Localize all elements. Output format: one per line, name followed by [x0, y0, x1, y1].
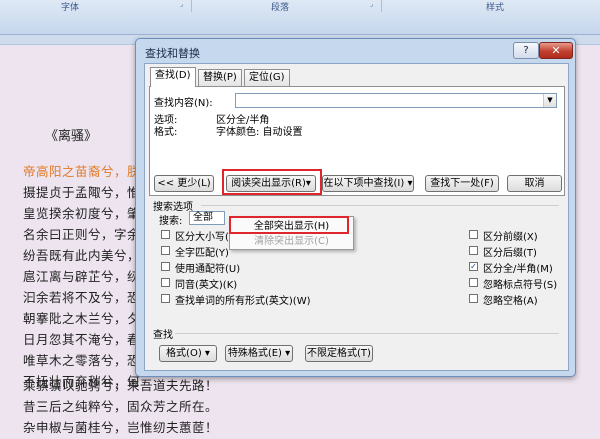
find-what-label: 查找内容(N): — [154, 98, 213, 109]
match-suffix-checkbox[interactable] — [469, 246, 478, 255]
find-in-button[interactable]: 在以下项中查找(I) ▾ — [322, 175, 414, 192]
search-options-label: 搜索选项 — [153, 202, 193, 213]
format-value: 字体颜色: 自动设置 — [216, 127, 303, 138]
help-button[interactable]: ? — [513, 42, 539, 59]
dialog-body: 查找(D) 替换(P) 定位(G) 查找内容(N): ▼ 选项: 区分全/半角 … — [144, 63, 569, 371]
match-width-checkbox[interactable]: ✓ — [469, 262, 478, 271]
ignore-punctuation-label: 忽略标点符号(S) — [483, 280, 558, 291]
divider — [175, 333, 559, 334]
find-next-button[interactable]: 查找下一处(F) — [425, 175, 499, 192]
cancel-button[interactable]: 取消 — [507, 175, 562, 192]
find-replace-dialog: 查找和替换 ? ✕ 查找(D) 替换(P) 定位(G) 查找内容(N): ▼ 选… — [135, 38, 576, 377]
find-what-input[interactable]: ▼ — [235, 93, 557, 108]
search-direction-label: 搜索: — [159, 216, 183, 227]
ribbon-group-font: 字体 — [60, 3, 79, 13]
ribbon-group-styles: 样式 — [485, 3, 504, 13]
dialog-title: 查找和替换 — [145, 47, 200, 60]
special-button[interactable]: 特殊格式(E) ▾ — [225, 345, 293, 362]
wildcards-label: 使用通配符(U) — [175, 264, 241, 275]
poem-line: 帝高阳之苗裔兮，朕 — [23, 164, 141, 179]
divider — [201, 205, 559, 206]
whole-word-checkbox[interactable] — [161, 246, 170, 255]
ribbon: 字体 ⌟ 段落 ⌟ 样式 — [0, 0, 600, 35]
ignore-space-checkbox[interactable] — [469, 294, 478, 303]
poem-line: 摄提贞于孟陬兮，惟 — [23, 185, 141, 200]
ribbon-separator — [191, 0, 192, 12]
poem-line: 唯草木之零落兮，恐 — [23, 353, 141, 368]
sounds-like-checkbox[interactable] — [161, 278, 170, 287]
wildcards-checkbox[interactable] — [161, 262, 170, 271]
poem-line: 名余曰正则兮，字余 — [23, 227, 141, 242]
poem-line: 皇览揆余初度兮，肇 — [23, 206, 141, 221]
word-forms-label: 查找单词的所有形式(英文)(W) — [175, 296, 311, 307]
match-suffix-label: 区分后缀(T) — [483, 248, 537, 259]
ignore-space-label: 忽略空格(A) — [483, 296, 538, 307]
ribbon-separator — [381, 0, 382, 12]
tab-find[interactable]: 查找(D) — [150, 67, 196, 87]
poem-line: 扈江离与辟芷兮，纫 — [23, 269, 141, 284]
font-dialog-launcher-icon[interactable]: ⌟ — [180, 0, 188, 8]
chevron-down-icon[interactable]: ▼ — [543, 94, 556, 107]
poem-line: 汩余若将不及兮，恐 — [23, 290, 141, 305]
sounds-like-label: 同音(英文)(K) — [175, 280, 238, 291]
poem-line: 纷吾既有此内美兮， — [23, 248, 141, 263]
poem-line: 杂申椒与菌桂兮，岂惟纫夫蕙茝！ — [23, 420, 219, 435]
poem-line: 乘骐骥以驰骋兮，来吾道夫先路！ — [23, 378, 219, 393]
ribbon-group-paragraph: 段落 — [270, 3, 289, 13]
match-prefix-checkbox[interactable] — [469, 230, 478, 239]
less-button[interactable]: << 更少(L) — [154, 175, 214, 192]
format-label: 格式: — [154, 127, 178, 138]
no-formatting-button[interactable]: 不限定格式(T) — [305, 345, 373, 362]
match-prefix-label: 区分前缀(X) — [483, 232, 538, 243]
match-case-checkbox[interactable] — [161, 230, 170, 239]
search-direction-select[interactable]: 全部 — [189, 211, 225, 225]
ignore-punctuation-checkbox[interactable] — [469, 278, 478, 287]
match-width-label: 区分全/半角(M) — [483, 264, 553, 275]
poem-line: 昔三后之纯粹兮，固众芳之所在。 — [23, 399, 219, 414]
poem-line: 朝搴阰之木兰兮，夕 — [23, 311, 141, 326]
tab-goto[interactable]: 定位(G) — [244, 69, 290, 86]
menu-item-clear-highlight: 清除突出显示(C) — [254, 236, 329, 247]
format-button[interactable]: 格式(O) ▾ — [159, 345, 217, 362]
poem-title: 《离骚》 — [45, 129, 98, 144]
tab-replace[interactable]: 替换(P) — [198, 69, 242, 86]
annotation-highlight — [229, 216, 349, 234]
annotation-highlight — [222, 169, 322, 195]
whole-word-label: 全字匹配(Y) — [175, 248, 229, 259]
word-forms-checkbox[interactable] — [161, 294, 170, 303]
close-button[interactable]: ✕ — [539, 42, 573, 59]
poem-line: 日月忽其不淹兮，春 — [23, 332, 141, 347]
find-section-label: 查找 — [153, 330, 173, 341]
paragraph-dialog-launcher-icon[interactable]: ⌟ — [370, 0, 378, 8]
find-tab-panel: 查找内容(N): ▼ 选项: 区分全/半角 格式: 字体颜色: 自动设置 << … — [149, 86, 565, 196]
